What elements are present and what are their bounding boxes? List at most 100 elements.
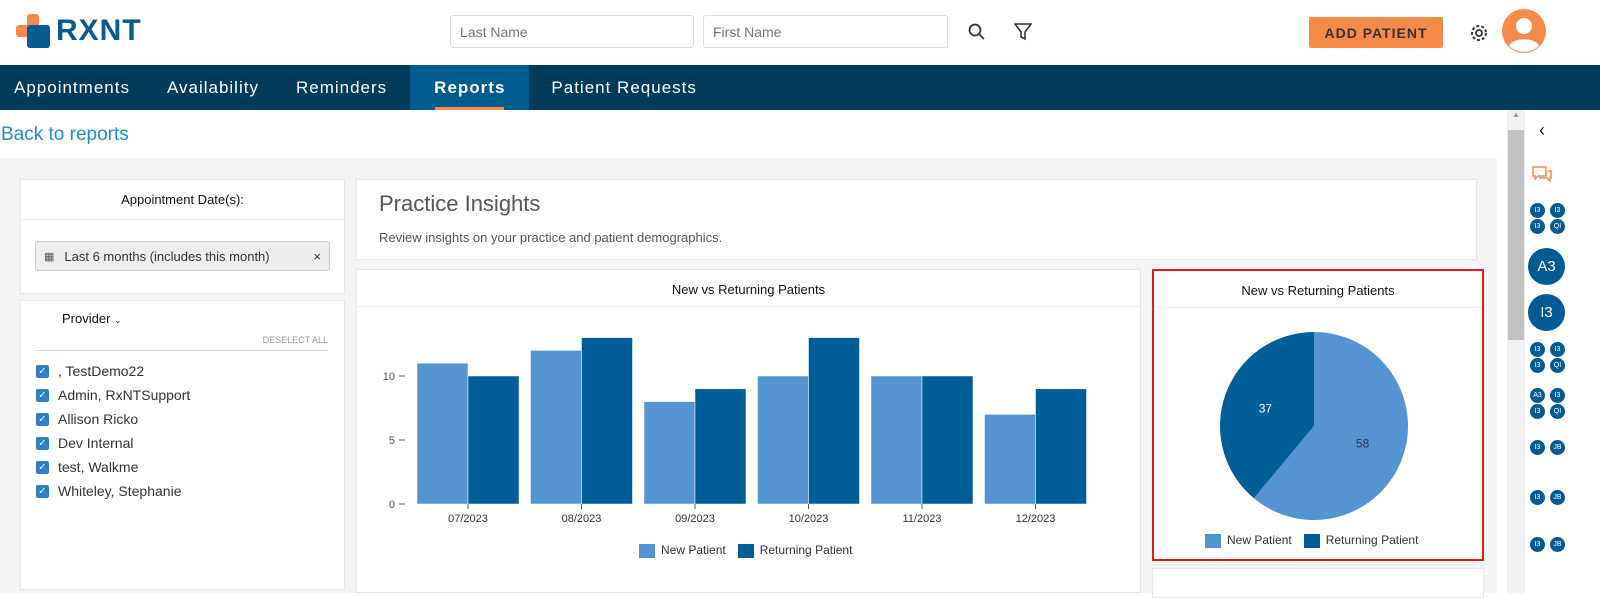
insights-header-card: Practice Insights Review insights on you… bbox=[356, 179, 1477, 260]
bar-returning bbox=[921, 375, 974, 505]
nav-availability[interactable]: Availability bbox=[153, 65, 282, 110]
date-range-chip[interactable]: ▦ Last 6 months (includes this month) × bbox=[35, 241, 330, 271]
user-avatar[interactable]: JB bbox=[1550, 537, 1565, 552]
user-avatar[interactable]: I3 bbox=[1550, 388, 1565, 403]
x-tick-label: 09/2023 bbox=[675, 513, 715, 525]
bar-new bbox=[530, 350, 582, 505]
nav-reports[interactable]: Reports bbox=[410, 65, 530, 110]
page-title: Practice Insights bbox=[379, 191, 541, 216]
bar-chart-card: New vs Returning Patients 0 5 10 07/2023 08/… bbox=[356, 269, 1141, 593]
legend-new[interactable]: New Patient bbox=[1205, 533, 1292, 548]
scrollbar-thumb[interactable] bbox=[1508, 130, 1524, 340]
user-avatar[interactable]: I3 bbox=[1550, 203, 1565, 218]
scrollbar[interactable]: ▲ bbox=[1507, 110, 1525, 593]
bar-returning bbox=[581, 337, 633, 505]
y-tick-label: 5 bbox=[389, 435, 395, 447]
user-avatar[interactable]: I3 bbox=[1530, 358, 1545, 373]
bar-new bbox=[984, 414, 1036, 505]
provider-name: , TestDemo22 bbox=[58, 363, 145, 379]
bar-chart-title: New vs Returning Patients bbox=[357, 270, 1140, 307]
provider-label: Provider bbox=[62, 311, 111, 326]
pie-chart-title: New vs Returning Patients bbox=[1154, 271, 1482, 308]
user-avatar[interactable]: I3 bbox=[1530, 440, 1545, 455]
user-avatar[interactable]: I3 bbox=[1530, 537, 1545, 552]
provider-name: test, Walkme bbox=[58, 459, 139, 475]
collapse-chevron-icon[interactable]: ‹ bbox=[1539, 120, 1545, 141]
date-range-value: Last 6 months (includes this month) bbox=[64, 248, 270, 264]
provider-list: ✓ , TestDemo22 ✓ Admin, RxNTSupport ✓ Allison… bbox=[21, 351, 344, 499]
user-avatar-icon[interactable] bbox=[1502, 9, 1546, 53]
nav-patient-requests[interactable]: Patient Requests bbox=[529, 65, 719, 110]
provider-checkbox[interactable]: ✓ test, Walkme bbox=[36, 459, 344, 475]
user-avatar[interactable]: I3 bbox=[1530, 342, 1545, 357]
provider-name: Whiteley, Stephanie bbox=[58, 483, 182, 499]
provider-name: Admin, RxNTSupport bbox=[58, 387, 191, 403]
pie-chart: 58 37 bbox=[1220, 332, 1408, 520]
provider-dropdown[interactable]: Provider ⌄ bbox=[21, 301, 344, 326]
next-card bbox=[1152, 568, 1484, 598]
report-area: Appointment Date(s): ▦ Last 6 months (in… bbox=[0, 158, 1497, 598]
calendar-icon: ▦ bbox=[44, 250, 55, 263]
provider-name: Allison Ricko bbox=[58, 411, 139, 427]
user-avatar[interactable]: I3 bbox=[1530, 203, 1545, 218]
add-patient-button[interactable]: ADD PATIENT bbox=[1309, 17, 1443, 48]
x-tick-label: 11/2023 bbox=[903, 513, 942, 525]
user-avatar[interactable]: JB bbox=[1550, 440, 1565, 455]
rxnt-logo[interactable]: RXNT bbox=[16, 14, 142, 48]
bar-returning bbox=[467, 375, 520, 505]
user-avatar[interactable]: I3 bbox=[1530, 219, 1545, 234]
brand-name: RXNT bbox=[56, 14, 142, 47]
date-filter-card: Appointment Date(s): ▦ Last 6 months (in… bbox=[20, 179, 345, 294]
provider-name: Dev Internal bbox=[58, 435, 134, 451]
legend-returning[interactable]: Returning Patient bbox=[1303, 533, 1418, 548]
user-avatar[interactable]: JB bbox=[1550, 490, 1565, 505]
checkbox-checked-icon[interactable]: ✓ bbox=[36, 364, 49, 378]
user-avatar[interactable]: QI bbox=[1550, 404, 1565, 419]
clear-date-icon[interactable]: × bbox=[313, 249, 321, 264]
user-avatar[interactable]: I3 bbox=[1530, 490, 1545, 505]
user-avatar[interactable]: QI bbox=[1550, 358, 1565, 373]
deselect-all-button[interactable]: DESELECT ALL bbox=[35, 335, 328, 351]
user-avatar[interactable]: I3 bbox=[1550, 342, 1565, 357]
nav-appointments[interactable]: Appointments bbox=[0, 65, 153, 110]
filter-icon[interactable] bbox=[1014, 22, 1032, 42]
bar-returning bbox=[808, 337, 860, 505]
user-avatar[interactable]: I3 bbox=[1530, 404, 1545, 419]
x-tick-label: 12/2023 bbox=[1016, 513, 1056, 525]
checkbox-checked-icon[interactable]: ✓ bbox=[36, 436, 49, 450]
user-avatar[interactable]: A3 bbox=[1530, 388, 1545, 403]
y-tick-label: 10 bbox=[383, 371, 395, 383]
back-to-reports-link[interactable]: Back to reports bbox=[1, 124, 129, 146]
gear-icon[interactable] bbox=[1468, 22, 1490, 44]
bar-chart: 0 5 10 07/2023 08/2023 09/2023 10/2023 11/2023 1… bbox=[383, 337, 1087, 525]
date-filter-label: Appointment Date(s): bbox=[21, 180, 344, 220]
legend-returning[interactable]: Returning Patient bbox=[737, 543, 852, 558]
first-name-input[interactable] bbox=[703, 15, 948, 48]
bar-new bbox=[416, 362, 469, 505]
logo-cross-icon bbox=[16, 14, 50, 48]
user-avatar[interactable]: A3 bbox=[1528, 248, 1565, 285]
checkbox-checked-icon[interactable]: ✓ bbox=[36, 484, 49, 498]
chat-icon[interactable] bbox=[1531, 165, 1553, 185]
pie-chart-card: New vs Returning Patients 58 37 New Patie… bbox=[1152, 269, 1484, 561]
nav-reminders[interactable]: Reminders bbox=[282, 65, 410, 110]
provider-checkbox[interactable]: ✓ Whiteley, Stephanie bbox=[36, 483, 344, 499]
search-icon[interactable] bbox=[968, 23, 986, 41]
provider-checkbox[interactable]: ✓ , TestDemo22 bbox=[36, 363, 344, 379]
last-name-input[interactable] bbox=[450, 15, 694, 48]
checkbox-checked-icon[interactable]: ✓ bbox=[36, 460, 49, 474]
bar-chart-legend: New Patient Returning Patient bbox=[639, 543, 852, 558]
bar-returning bbox=[694, 388, 747, 505]
header: RXNT ADD PATIENT bbox=[0, 0, 1600, 65]
bar-new bbox=[643, 401, 696, 505]
x-tick-label: 07/2023 bbox=[448, 513, 488, 525]
user-avatar[interactable]: QI bbox=[1550, 219, 1565, 234]
provider-checkbox[interactable]: ✓ Dev Internal bbox=[36, 435, 344, 451]
x-tick-label: 08/2023 bbox=[562, 513, 602, 525]
checkbox-checked-icon[interactable]: ✓ bbox=[36, 412, 49, 426]
checkbox-checked-icon[interactable]: ✓ bbox=[36, 388, 49, 402]
provider-checkbox[interactable]: ✓ Admin, RxNTSupport bbox=[36, 387, 344, 403]
user-avatar[interactable]: I3 bbox=[1528, 294, 1565, 331]
legend-new[interactable]: New Patient bbox=[639, 543, 726, 558]
provider-checkbox[interactable]: ✓ Allison Ricko bbox=[36, 411, 344, 427]
